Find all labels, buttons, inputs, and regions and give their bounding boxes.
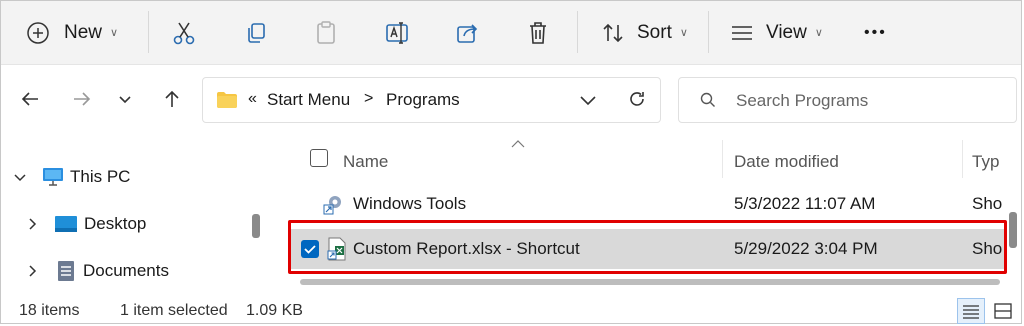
details-view-icon (963, 305, 979, 319)
nav-label: Desktop (84, 214, 147, 233)
file-row-windows-tools[interactable]: Windows Tools 5/3/2022 11:07 AM Sho (290, 184, 1006, 224)
chevron-down-icon[interactable] (13, 170, 27, 184)
cut-button[interactable] (172, 1, 196, 64)
vertical-scrollbar-thumb[interactable] (1009, 212, 1017, 248)
select-all-checkbox[interactable] (310, 149, 328, 167)
forward-button[interactable] (68, 85, 96, 113)
chevron-right-icon[interactable] (25, 264, 39, 278)
copy-button[interactable] (244, 1, 268, 64)
copy-icon (248, 22, 265, 43)
nav-item-documents[interactable]: Documents (1, 251, 169, 291)
arrow-right-icon (74, 92, 91, 106)
search-placeholder: Search Programs (736, 91, 869, 110)
delete-button[interactable] (526, 1, 550, 64)
more-options-button[interactable]: ••• (864, 1, 887, 64)
column-header-date-modified[interactable]: Date modified (734, 152, 839, 172)
chevron-down-icon[interactable] (579, 93, 597, 107)
desktop-icon (55, 216, 77, 232)
horizontal-scrollbar-thumb[interactable] (300, 279, 1000, 285)
nav-scrollbar-thumb[interactable] (252, 214, 260, 238)
folder-icon (217, 92, 237, 108)
scissors-icon (173, 22, 195, 44)
arrow-left-icon (21, 92, 38, 106)
more-icon: ••• (864, 23, 887, 41)
trash-icon (530, 21, 546, 44)
share-button[interactable] (455, 1, 479, 64)
sort-icon (603, 23, 623, 42)
plus-circle-icon (27, 21, 49, 44)
item-count: 18 items (19, 302, 80, 319)
file-name: Windows Tools (353, 194, 467, 213)
navigation-pane: This PC Desktop Documents (1, 138, 246, 294)
back-button[interactable] (16, 85, 44, 113)
sort-ascending-icon (511, 140, 525, 148)
new-button[interactable]: New ∨ (26, 1, 118, 64)
arrow-up-icon (165, 90, 179, 107)
status-bar: 18 items 1 item selected 1.09 KB (1, 298, 1021, 324)
selection-size: 1.09 KB (246, 302, 303, 319)
breadcrumb-separator[interactable]: > (364, 90, 373, 108)
chevron-down-icon: ∨ (110, 27, 119, 39)
selection-highlight-box (288, 220, 1007, 274)
rename-button[interactable] (384, 1, 410, 64)
documents-icon (58, 261, 74, 281)
sort-label: Sort (637, 21, 672, 43)
breadcrumb-start-menu[interactable]: Start Menu (267, 90, 350, 110)
sort-button[interactable]: Sort ∨ (601, 1, 688, 64)
nav-item-desktop[interactable]: Desktop (1, 204, 146, 244)
breadcrumb-programs[interactable]: Programs (386, 90, 460, 110)
recent-locations-button[interactable] (111, 85, 139, 113)
new-label: New (64, 21, 103, 43)
address-row: « Start Menu > Programs Search Programs (1, 65, 1021, 135)
view-button[interactable]: View ∨ (730, 1, 823, 64)
tiles-view-button[interactable] (989, 298, 1017, 324)
chevron-down-icon: ∨ (814, 27, 823, 39)
toolbar-divider (577, 11, 578, 53)
selection-count: 1 item selected (120, 302, 228, 319)
share-icon (457, 23, 478, 43)
nav-label: Documents (83, 261, 169, 280)
column-divider[interactable] (722, 140, 723, 178)
file-type: Sho (972, 194, 1003, 213)
refresh-icon[interactable] (627, 89, 647, 109)
clipboard-icon (317, 20, 335, 44)
toolbar-divider (708, 11, 709, 53)
command-bar: New ∨ Sort ∨ View ∨ ••• (1, 1, 1021, 65)
chevron-down-icon (119, 96, 131, 104)
details-view-button[interactable] (957, 298, 985, 324)
chevron-down-icon: ∨ (679, 27, 688, 39)
up-button[interactable] (158, 85, 186, 113)
rename-icon (386, 21, 408, 44)
address-bar[interactable]: « Start Menu > Programs (202, 77, 661, 123)
tiles-view-icon (994, 303, 1012, 319)
chevron-right-icon[interactable] (25, 217, 39, 231)
paste-button[interactable] (314, 1, 338, 64)
view-label: View (766, 21, 807, 43)
search-box[interactable]: Search Programs (678, 77, 1017, 123)
column-divider[interactable] (962, 140, 963, 178)
windows-tools-icon (323, 196, 341, 215)
search-icon (700, 92, 715, 107)
toolbar-divider (148, 11, 149, 53)
file-date: 5/3/2022 11:07 AM (734, 194, 876, 213)
computer-icon (43, 168, 63, 186)
overflow-crumb[interactable]: « (248, 90, 257, 108)
view-lines-icon (732, 25, 752, 40)
nav-label: This PC (70, 167, 131, 186)
nav-item-this-pc[interactable]: This PC (1, 157, 130, 197)
column-header-type[interactable]: Typ (972, 152, 999, 172)
column-header-name[interactable]: Name (343, 152, 388, 172)
